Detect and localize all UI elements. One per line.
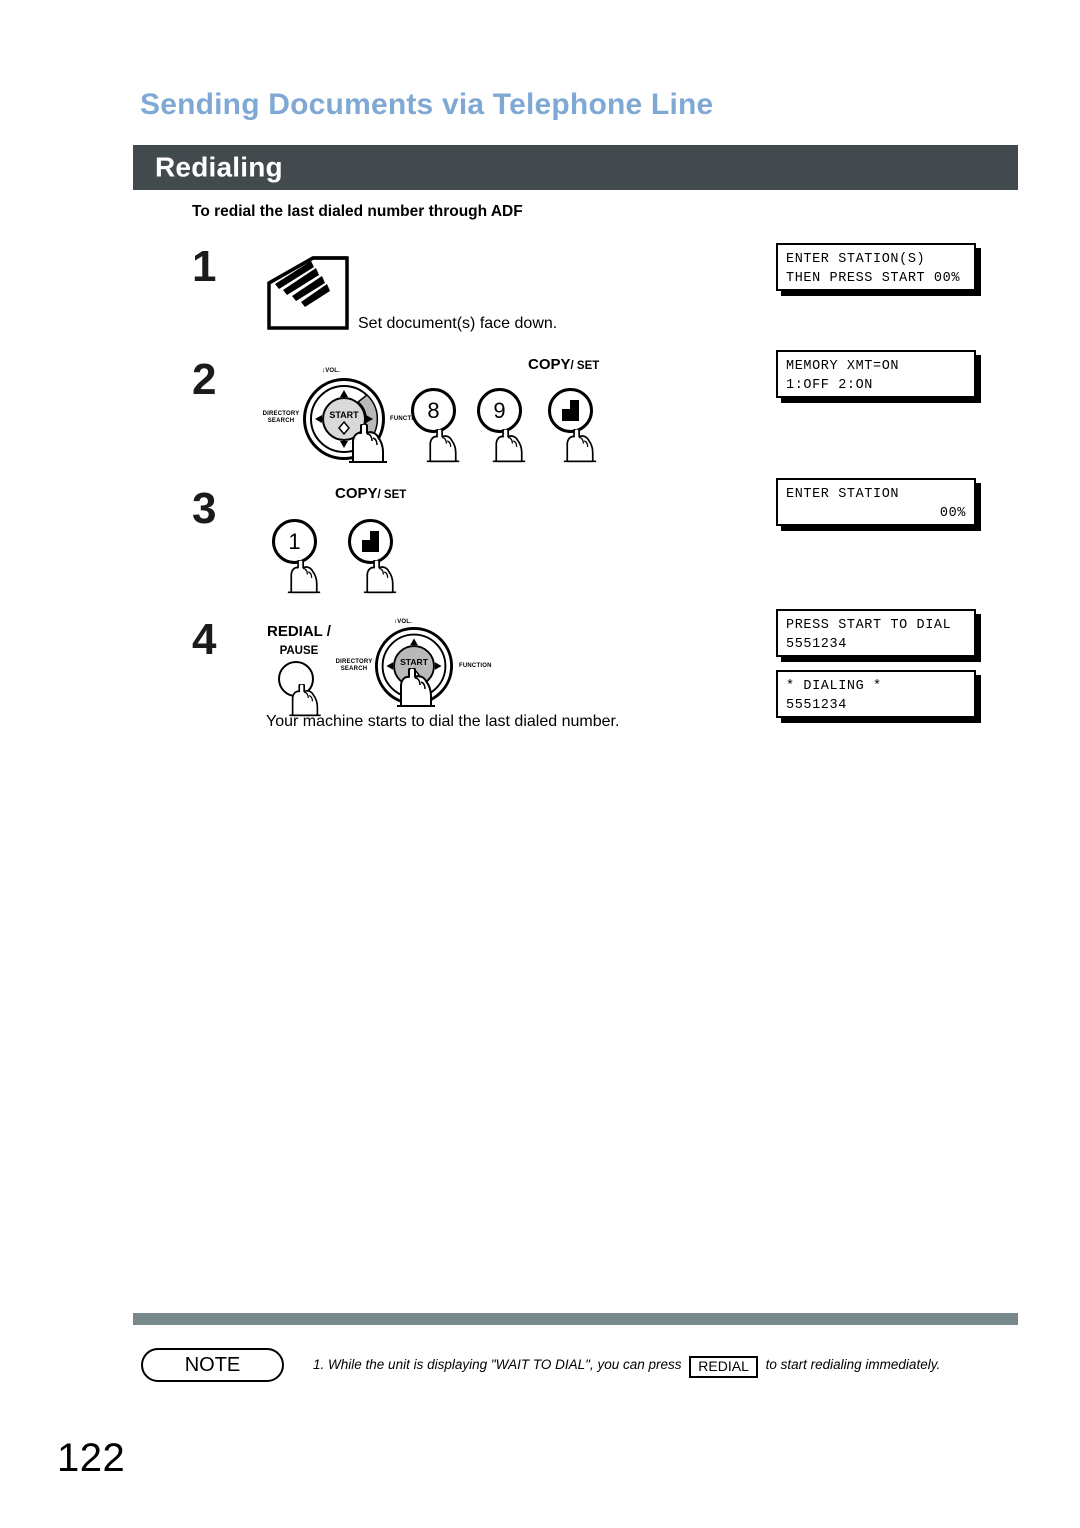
keypad-key-1-label: 1 [288, 528, 301, 554]
finger-press-icon-copyset-step2 [559, 427, 601, 468]
page-number: 122 [57, 1436, 126, 1480]
dial-label-vol-step2: ↕VOL. [322, 368, 341, 374]
lcd-display-3: ENTER STATION 00% [776, 478, 976, 526]
lcd-display-3-line1: ENTER STATION [786, 487, 900, 502]
adf-document-stack-icon [263, 250, 373, 337]
step-1-number: 1 [192, 242, 217, 291]
note-badge: NOTE [141, 1348, 284, 1382]
note-text: 1. While the unit is displaying "WAIT TO… [313, 1355, 1003, 1378]
document-page-icon-step3 [362, 531, 379, 552]
redial-pause-label: REDIAL / PAUSE [267, 623, 331, 659]
redial-pause-label-small: PAUSE [279, 645, 319, 657]
chapter-title: Sending Documents via Telephone Line [140, 88, 714, 121]
procedure-subheading: To redial the last dialed number through… [192, 203, 523, 220]
note-text-before: While the unit is displaying "WAIT TO DI… [328, 1357, 682, 1372]
copy-set-label-step3-big: COPY [335, 485, 378, 502]
step-1-caption: Set document(s) face down. [358, 315, 558, 332]
finger-press-icon-key-1 [283, 558, 325, 599]
lcd-display-5-line1: * DIALING * [786, 679, 882, 694]
copy-set-label-step2-big: COPY [528, 356, 571, 373]
keypad-key-9[interactable]: 9 [477, 388, 522, 433]
finger-press-icon-copyset-step3 [359, 558, 401, 599]
keypad-key-9-label: 9 [493, 397, 506, 423]
svg-text:START: START [400, 657, 429, 667]
lcd-display-4-line2: 5551234 [786, 637, 847, 652]
copy-set-button-step2[interactable] [548, 388, 593, 433]
copy-set-button-step3[interactable] [348, 519, 393, 564]
copy-set-label-step2-small: / SET [570, 360, 600, 372]
lcd-display-1-line2: THEN PRESS START 00% [786, 271, 961, 286]
dial-label-vol-step4: ↕VOL. [394, 619, 413, 625]
copy-set-label-step2: COPY/ SET [528, 356, 599, 374]
step-2-number: 2 [192, 355, 217, 404]
footer-divider [133, 1313, 1018, 1325]
lcd-display-2: MEMORY XMT=ON 1:OFF 2:ON [776, 350, 976, 398]
section-title: Redialing [155, 150, 283, 182]
keypad-key-8[interactable]: 8 [411, 388, 456, 433]
finger-press-icon-dial-step2 [345, 422, 391, 469]
lcd-display-4: PRESS START TO DIAL 5551234 [776, 609, 976, 657]
lcd-display-1: ENTER STATION(S) THEN PRESS START 00% [776, 243, 976, 291]
finger-press-icon-start-step4 [393, 666, 439, 713]
note-text-after: to start redialing immediately. [765, 1357, 941, 1372]
step-4-caption: Your machine starts to dial the last dia… [266, 713, 620, 730]
lcd-display-3-line2: 00% [939, 506, 966, 521]
lcd-display-5-line2: 5551234 [786, 698, 847, 713]
manual-page: Sending Documents via Telephone Line Red… [0, 0, 1080, 1528]
section-header-bar: Redialing [133, 145, 1018, 190]
keypad-key-8-label: 8 [427, 397, 440, 423]
svg-text:START: START [329, 410, 359, 420]
step-3-number: 3 [192, 484, 217, 533]
dial-label-directory-search-step2: DIRECTORY SEARCH [262, 411, 300, 424]
copy-set-label-step3: COPY/ SET [335, 485, 406, 503]
lcd-display-5: * DIALING * 5551234 [776, 670, 976, 718]
dial-label-function-step4: FUNCTION [459, 663, 492, 669]
lcd-display-2-line1: MEMORY XMT=ON [786, 359, 900, 374]
note-badge-label: NOTE [184, 1353, 241, 1376]
lcd-display-4-line1: PRESS START TO DIAL [786, 618, 952, 633]
document-page-icon-step2 [562, 400, 579, 421]
note-number: 1. [313, 1357, 325, 1372]
copy-set-label-step3-small: / SET [377, 489, 407, 501]
lcd-display-1-line1: ENTER STATION(S) [786, 252, 926, 267]
redial-pause-label-big: REDIAL / [267, 623, 331, 640]
dial-label-directory-search-step4: DIRECTORY SEARCH [335, 659, 373, 672]
redial-key-chip: REDIAL [689, 1356, 758, 1378]
finger-press-icon-key-9 [488, 427, 530, 468]
lcd-display-2-line2: 1:OFF 2:ON [786, 378, 874, 393]
keypad-key-1[interactable]: 1 [272, 519, 317, 564]
finger-press-icon-key-8 [422, 427, 464, 468]
step-4-number: 4 [192, 615, 217, 664]
